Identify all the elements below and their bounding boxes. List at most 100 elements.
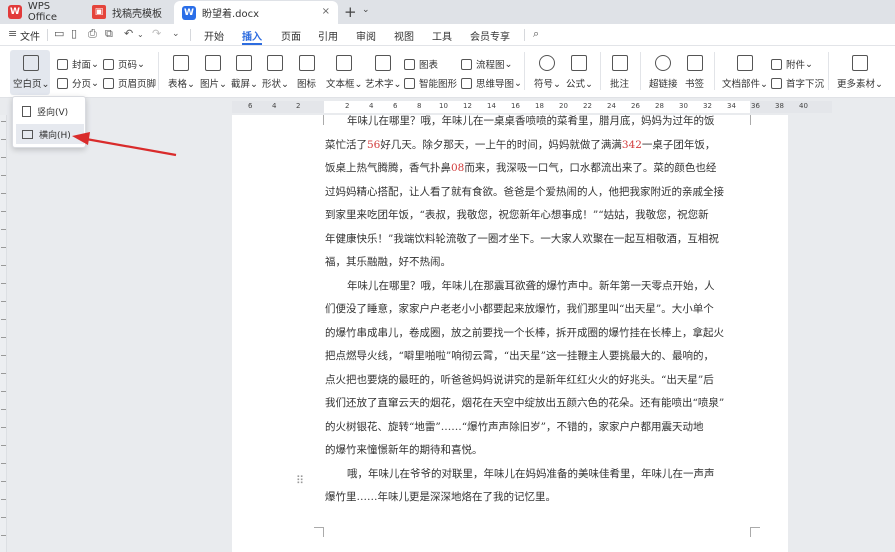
document-page[interactable]: 年味儿在哪里？哦，年味儿在一桌桌香喷喷的菜肴里，腊月底，妈妈为过年的饭 菜忙活了… (232, 115, 788, 552)
icon-button[interactable]: 图标 (297, 55, 316, 90)
text-line: 的火树银花、旋转“地雷”……“爆竹声声除旧岁”，不错的，家家户户都用震天动地 (325, 420, 704, 433)
ruler-number: 36 (751, 102, 760, 110)
tab-document-label: 盼望着.docx (202, 9, 260, 20)
text-line: 点火把也要烧的最旺的，听爸爸妈妈说讲究的是新年红红火火的好兆头。“出天星”后 (325, 373, 714, 386)
header-footer-icon (103, 77, 114, 89)
table-button[interactable]: 表格⌄ (168, 55, 195, 90)
print-icon[interactable]: ⎙ (88, 27, 97, 41)
comment-icon (611, 55, 628, 71)
picture-button[interactable]: 图片⌄ (200, 55, 227, 90)
comment-button[interactable]: 批注 (610, 55, 629, 90)
menu-member[interactable]: 会员专享 (470, 28, 510, 43)
save-icon[interactable]: ▭ (54, 27, 64, 40)
ribbon-divider (714, 52, 715, 90)
screenshot-button[interactable]: 截屏⌄ (231, 55, 258, 90)
menu-insert[interactable]: 插入 (242, 28, 262, 43)
hyperlink-button[interactable]: 超链接 (649, 55, 678, 90)
page-number-label: 页码 (118, 60, 138, 71)
drag-handle-icon[interactable]: ⠿ (296, 474, 304, 487)
page-break-button[interactable]: 分页 ⌄ (57, 76, 99, 90)
portrait-page-icon (22, 105, 31, 117)
orientation-landscape-item[interactable]: 横向(H) (16, 124, 84, 144)
bookmark-button[interactable]: 书签 (685, 55, 704, 90)
menu-reference[interactable]: 引用 (318, 28, 338, 43)
chevron-down-icon[interactable]: ⌄ (362, 5, 370, 15)
ruler-number: 28 (655, 102, 664, 110)
redo-icon[interactable]: ↷ (152, 27, 161, 40)
wps-logo-icon: W (8, 5, 22, 19)
tab-wps-office[interactable]: W WPS Office (0, 1, 82, 23)
export-pdf-icon[interactable]: ▯ (71, 27, 77, 40)
menu-home[interactable]: 开始 (204, 28, 224, 43)
text-line: 们便没了睡意，家家户户老老小小都要起来放爆竹，我们那里叫“出天星”。大小单个 (325, 303, 714, 315)
ruler-number: 12 (463, 102, 472, 110)
wordart-button[interactable]: 艺术字⌄ (365, 55, 401, 90)
document-body[interactable]: 年味儿在哪里？哦，年味儿在一桌桌香喷喷的菜肴里，腊月底，妈妈为过年的饭 菜忙活了… (325, 110, 750, 510)
screenshot-label: 截屏⌄ (231, 79, 258, 90)
wordart-label: 艺术字⌄ (365, 79, 402, 90)
ruler-number: 26 (631, 102, 640, 110)
drop-cap-label: 首字下沉 (786, 79, 825, 90)
margin-corner-mark (750, 527, 760, 537)
picture-icon (205, 55, 222, 71)
add-tab-icon[interactable]: + (344, 3, 357, 21)
ruler-number: 40 (799, 102, 808, 110)
undo-dropdown-icon[interactable]: ⌄ (137, 30, 144, 39)
tab-document[interactable]: W 盼望着.docx × (174, 1, 338, 24)
menu-file[interactable]: 文件 (20, 28, 40, 43)
margin-corner-mark (314, 527, 324, 537)
tab-wps-label: WPS Office (27, 1, 58, 23)
symbol-button[interactable]: 符号⌄ (534, 55, 561, 90)
more-quick-icon[interactable]: ⌄ (172, 29, 180, 39)
vertical-ruler[interactable] (0, 115, 7, 552)
blank-page-button[interactable]: 空白页⌄ (13, 55, 49, 90)
page-number-button[interactable]: 页码 ⌄ (103, 57, 145, 71)
text-line: 的爆竹来憧憬新年的期待和喜悦。 (325, 444, 483, 456)
hamburger-icon[interactable]: ≡ (8, 27, 17, 40)
doc-parts-label: 文档部件⌄ (722, 79, 768, 90)
search-icon[interactable]: ⌕ (533, 27, 539, 41)
doc-parts-button[interactable]: 文档部件⌄ (722, 55, 768, 90)
table-label: 表格⌄ (168, 79, 195, 90)
menu-page[interactable]: 页面 (281, 28, 301, 43)
header-footer-button[interactable]: 页眉页脚 (103, 76, 156, 90)
shape-icon (267, 55, 284, 71)
close-icon[interactable]: × (322, 6, 330, 17)
print-preview-icon[interactable]: ⧉ (105, 27, 113, 41)
paperclip-icon (771, 58, 782, 70)
menu-tools[interactable]: 工具 (432, 28, 452, 43)
formula-icon (571, 55, 588, 71)
menu-view[interactable]: 视图 (394, 28, 414, 43)
text-line: 年味儿在哪里？哦，年味儿在一桌桌香喷喷的菜肴里，腊月底，妈妈为过年的饭 (347, 115, 715, 127)
attachment-label: 附件 (786, 60, 806, 71)
mindmap-label: 思维导图 (476, 79, 515, 90)
formula-button[interactable]: 公式⌄ (566, 55, 593, 90)
menu-review[interactable]: 审阅 (356, 28, 376, 43)
text-line: 把点燃导火线，“噼里啪啦”响彻云霄，“出天星”这一挂鞭主人要挑最大的、最响的， (325, 350, 714, 362)
menu-divider (47, 29, 48, 41)
blank-page-icon (23, 55, 40, 71)
textbox-button[interactable]: 文本框⌄ (326, 55, 362, 90)
drop-cap-icon (771, 77, 782, 89)
shape-button[interactable]: 形状⌄ (262, 55, 289, 90)
flowchart-icon (461, 58, 472, 70)
text-line: 菜忙活了56好几天。除夕那天，一上午的时间，妈妈就做了满满342一桌子团年饭， (325, 138, 716, 151)
cover-button[interactable]: 封面 ⌄ (57, 57, 99, 71)
menu-bar: ≡ 文件 ▭ ▯ ⎙ ⧉ ↶ ⌄ ↷ ⌄ 开始 插入 页面 引用 审阅 视图 工… (0, 24, 895, 46)
attachment-button[interactable]: 附件 ⌄ (771, 57, 813, 71)
smart-graphic-button[interactable]: 智能图形 (404, 76, 457, 90)
link-icon (655, 55, 672, 71)
drop-cap-button[interactable]: 首字下沉 (771, 76, 824, 90)
undo-icon[interactable]: ↶ (124, 27, 133, 40)
flowchart-button[interactable]: 流程图 ⌄ (461, 57, 512, 71)
ribbon-divider (158, 52, 159, 90)
chart-button[interactable]: 图表 (404, 57, 438, 71)
margin-corner-mark (750, 115, 760, 125)
orientation-portrait-item[interactable]: 竖向(V) (16, 101, 84, 121)
ruler-number: 16 (511, 102, 520, 110)
blank-page-label: 空白页⌄ (13, 79, 50, 90)
tab-template[interactable]: ▣ 找稿壳模板 (84, 1, 174, 23)
ruler-number: 24 (607, 102, 616, 110)
mindmap-button[interactable]: 思维导图 ⌄ (461, 76, 522, 90)
more-material-button[interactable]: 更多素材⌄ (837, 55, 883, 90)
